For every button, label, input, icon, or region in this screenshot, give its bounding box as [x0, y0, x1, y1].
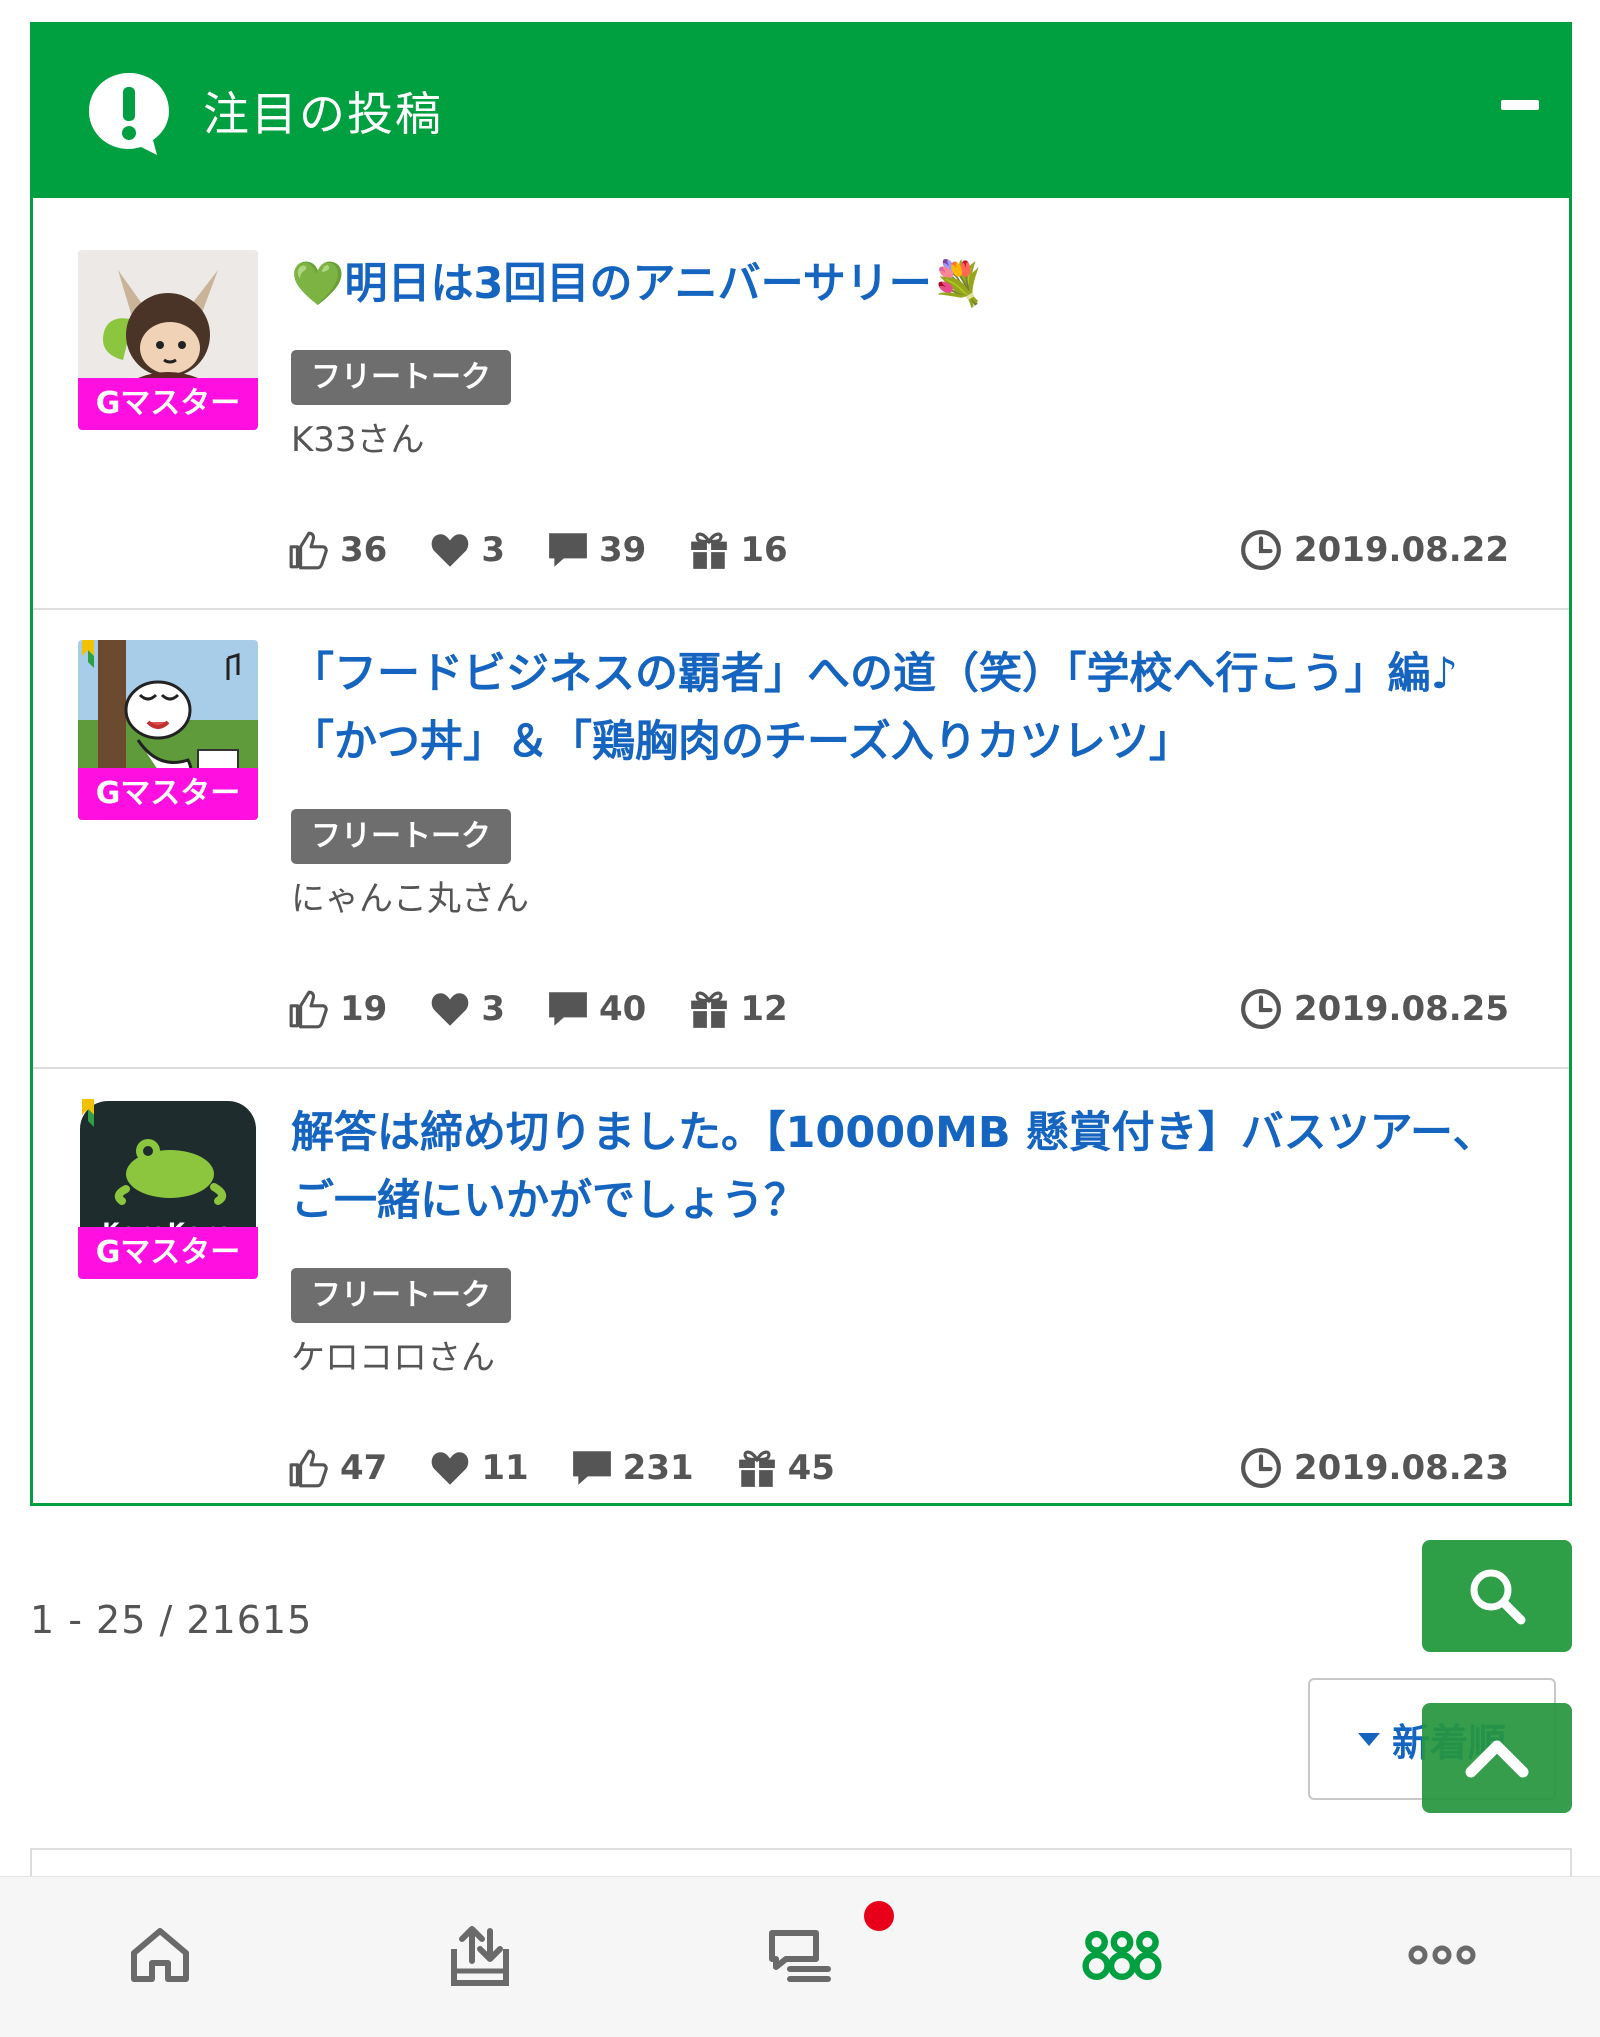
comment-icon [547, 529, 589, 571]
post-stats: 47 11 231 45 [288, 1443, 877, 1493]
panel-header[interactable]: 注目の投稿 [33, 22, 1569, 198]
category-tag[interactable]: フリートーク [291, 1268, 511, 1323]
thumbs-up-icon [288, 988, 330, 1030]
tab-community[interactable] [1082, 1915, 1162, 1995]
like-count[interactable]: 36 [288, 529, 387, 571]
pagination-range: 1 - 25 / 21615 [30, 1598, 313, 1642]
clock-icon [1240, 1447, 1282, 1489]
author-name[interactable]: にゃんこ丸さん [291, 871, 529, 920]
heart-icon [429, 529, 471, 571]
rank-badge: Gマスター [78, 1227, 258, 1279]
post-date: 2019.08.25 [1240, 984, 1509, 1034]
thumbs-up-icon [288, 529, 330, 571]
thumbs-up-icon [288, 1447, 330, 1489]
heart-icon [429, 988, 471, 1030]
search-icon [1470, 1569, 1526, 1625]
gift-icon [736, 1447, 778, 1489]
tab-more[interactable] [1402, 1915, 1482, 1995]
tab-upload[interactable] [440, 1915, 520, 1995]
comment-count[interactable]: 39 [547, 529, 646, 571]
author-name[interactable]: K33さん [291, 412, 425, 461]
post-stats: 19 3 40 12 [288, 984, 830, 1034]
post-stats: 36 3 39 16 [288, 525, 830, 575]
bottom-nav [0, 1876, 1600, 2037]
comment-count[interactable]: 40 [547, 988, 646, 1030]
exclamation-bubble-icon [89, 73, 169, 155]
search-button[interactable] [1422, 1540, 1572, 1652]
chevron-up-icon [1465, 1740, 1529, 1778]
post-title[interactable]: 「フードビジネスの覇者」への道（笑）「学校へ行こう」編♪「かつ丼」＆「鶏胸肉のチ… [291, 640, 1529, 776]
gift-count[interactable]: 45 [736, 1447, 835, 1489]
caret-down-icon [1357, 1732, 1380, 1746]
featured-posts-panel: 注目の投稿 Gマスター 💚明日は3回目のアニバーサリー💐 フリートーク K33さ… [30, 22, 1572, 1506]
avatar[interactable]: KeroKoro Gマスター [78, 1099, 258, 1279]
clock-icon [1240, 988, 1282, 1030]
clock-icon [1240, 529, 1282, 571]
gift-count[interactable]: 16 [688, 529, 788, 571]
post-item[interactable]: KeroKoro Gマスター 解答は締め切りました。【10000MB 懸賞付き】… [33, 1069, 1569, 1528]
gift-count[interactable]: 12 [688, 988, 788, 1030]
minus-icon[interactable] [1501, 100, 1539, 110]
favorite-count[interactable]: 3 [429, 529, 505, 571]
favorite-count[interactable]: 3 [429, 988, 505, 1030]
tab-talk[interactable] [760, 1915, 840, 1995]
rank-badge: Gマスター [78, 768, 258, 820]
rank-badge: Gマスター [78, 378, 258, 430]
post-item[interactable]: Gマスター 「フードビジネスの覇者」への道（笑）「学校へ行こう」編♪「かつ丼」＆… [33, 610, 1569, 1069]
post-item[interactable]: Gマスター 💚明日は3回目のアニバーサリー💐 フリートーク K33さん 36 3… [33, 198, 1569, 610]
post-date: 2019.08.23 [1240, 1443, 1509, 1493]
chat-icon [769, 1930, 831, 1982]
post-date: 2019.08.22 [1240, 525, 1509, 575]
author-name[interactable]: ケロコロさん [291, 1330, 495, 1379]
gift-icon [688, 988, 730, 1030]
heart-icon [429, 1447, 471, 1489]
like-count[interactable]: 19 [288, 988, 387, 1030]
comment-count[interactable]: 231 [571, 1447, 694, 1489]
upload-icon [451, 1926, 509, 1986]
home-icon [131, 1928, 189, 1982]
more-icon [1408, 1945, 1476, 1965]
post-title[interactable]: 💚明日は3回目のアニバーサリー💐 [291, 250, 1529, 318]
notification-dot [864, 1901, 894, 1931]
like-count[interactable]: 47 [288, 1447, 387, 1489]
category-tag[interactable]: フリートーク [291, 350, 511, 405]
category-tag[interactable]: フリートーク [291, 809, 511, 864]
post-title[interactable]: 解答は締め切りました。【10000MB 懸賞付き】バスツアー、ご一緒にいかがでし… [291, 1099, 1529, 1235]
avatar[interactable]: Gマスター [78, 640, 258, 820]
favorite-count[interactable]: 11 [429, 1447, 529, 1489]
community-icon [1082, 1930, 1162, 1980]
scroll-top-button[interactable] [1422, 1703, 1572, 1813]
gift-icon [688, 529, 730, 571]
comment-icon [547, 988, 589, 1030]
panel-title: 注目の投稿 [203, 87, 443, 141]
tab-home[interactable] [120, 1915, 200, 1995]
avatar[interactable]: Gマスター [78, 250, 258, 430]
comment-icon [571, 1447, 613, 1489]
